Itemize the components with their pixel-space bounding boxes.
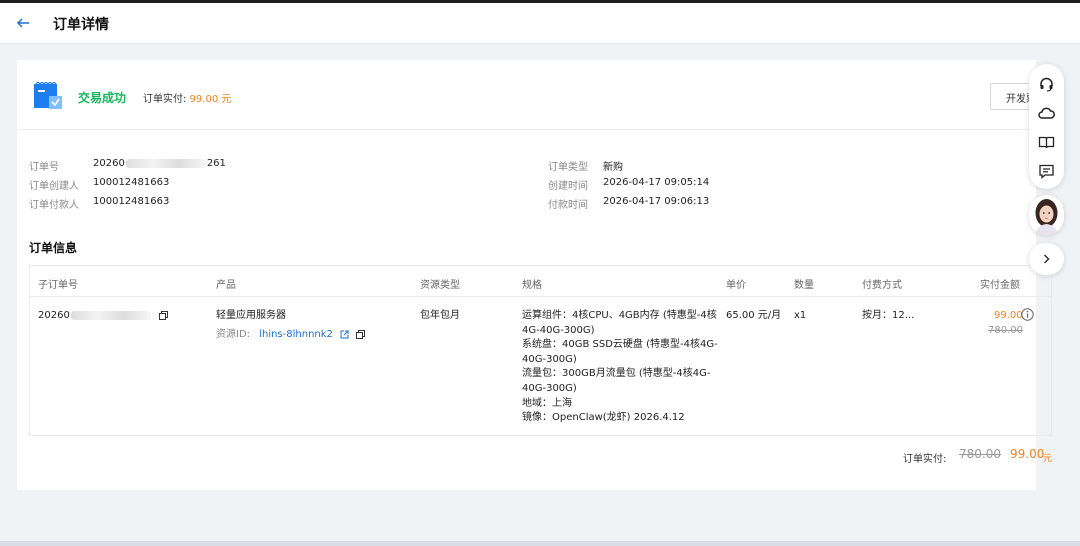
feedback-icon[interactable]	[1038, 163, 1055, 180]
order-table: 子订单号 产品 资源类型 规格 单价 数量 付费方式 实付金额 20260 轻量…	[29, 265, 1052, 436]
spec-line: 流量包：300GB月流量包 (特惠型-4核4G-	[522, 368, 711, 380]
back-arrow-icon[interactable]	[14, 14, 32, 32]
total-unit: 元	[1043, 454, 1053, 464]
order-no-prefix: 20260	[93, 158, 125, 169]
creator-value: 100012481663	[93, 177, 170, 188]
created-time-label: 创建时间	[548, 181, 588, 192]
spec-line: 镜像：OpenClaw(龙虾) 2026.4.12	[522, 412, 685, 424]
resource-id-cell: 资源ID: lhins-8lhnnnk2	[216, 328, 366, 343]
headset-icon[interactable]	[1038, 76, 1055, 93]
spec-line: 系统盘：40GB SSD云硬盘 (特惠型-4核4G-	[522, 339, 718, 351]
spec-line: 运算组件：4核CPU、4GB内存 (特惠型-4核	[522, 310, 717, 321]
paid-time-value: 2026-04-17 09:06:13	[603, 196, 710, 207]
quantity: x1	[794, 310, 807, 321]
copy-icon[interactable]	[159, 310, 168, 320]
sub-order-no: 20260	[38, 309, 168, 324]
paid-value: 99.00 元	[189, 94, 232, 105]
column-header: 资源类型	[420, 280, 460, 291]
info-icon[interactable]	[1021, 308, 1034, 321]
assistant-avatar[interactable]	[1029, 195, 1064, 235]
expand-toolbar-button[interactable]	[1029, 243, 1064, 275]
created-time-value: 2026-04-17 09:05:14	[603, 177, 710, 188]
paid-summary: 订单实付: 99.00 元	[143, 90, 231, 105]
paid-label: 订单实付:	[143, 94, 187, 105]
spec-line: 40G-300G)	[522, 382, 577, 394]
copy-icon[interactable]	[356, 329, 366, 339]
order-detail-card: 交易成功 订单实付: 99.00 元 开发票 订单号 20260 261 订单创建…	[17, 60, 1052, 490]
column-header: 规格	[522, 280, 542, 291]
spec-list: 运算组件：4核CPU、4GB内存 (特惠型-4核 4G-40G-300G) 系统…	[522, 309, 722, 426]
resource-id-label: 资源ID:	[216, 329, 251, 340]
redacted-block	[70, 310, 151, 320]
status-text: 交易成功	[78, 91, 127, 105]
total-paid: 99.00	[1010, 447, 1045, 461]
external-link-icon[interactable]	[340, 330, 349, 339]
page-header: 订单详情	[0, 3, 1080, 44]
cloud-icon[interactable]	[1038, 105, 1055, 122]
window-bottom-edge	[0, 541, 1080, 546]
order-type-label: 订单类型	[548, 162, 588, 173]
redacted-block	[125, 158, 206, 168]
creator-label: 订单创建人	[29, 181, 79, 192]
column-header: 子订单号	[38, 280, 78, 291]
column-header: 单价	[726, 280, 746, 291]
column-header: 产品	[216, 280, 236, 291]
order-no-label: 订单号	[29, 162, 59, 173]
total-label: 订单实付:	[903, 454, 947, 465]
order-no-value: 20260 261	[93, 158, 226, 169]
resource-id-link[interactable]: lhins-8lhnnnk2	[259, 329, 333, 340]
order-info-title: 订单信息	[29, 241, 78, 255]
column-header: 实付金额	[980, 280, 1020, 291]
document-check-icon	[34, 82, 62, 109]
column-header: 付费方式	[862, 280, 902, 291]
total-original: 780.00	[959, 447, 1001, 461]
table-header: 子订单号 产品 资源类型 规格 单价 数量 付费方式 实付金额	[30, 266, 1051, 297]
billing-method: 按月：12...	[862, 310, 915, 321]
page-title: 订单详情	[53, 17, 109, 33]
sub-order-prefix: 20260	[38, 310, 70, 321]
row-original-amount: 780.00	[988, 325, 1023, 336]
spec-line: 地域：上海	[522, 397, 572, 409]
spec-line: 40G-300G)	[522, 353, 577, 365]
paid-time-label: 付款时间	[548, 200, 588, 211]
resource-type: 包年包月	[420, 310, 460, 321]
column-header: 数量	[794, 280, 814, 291]
product-name: 轻量应用服务器	[216, 310, 286, 321]
chevron-right-icon	[1043, 254, 1050, 264]
row-paid-amount: 99.00	[994, 310, 1023, 321]
book-icon[interactable]	[1038, 134, 1055, 151]
payer-value: 100012481663	[93, 196, 170, 207]
floating-toolbar	[1029, 64, 1064, 189]
unit-price: 65.00 元/月	[726, 310, 782, 321]
order-type-value: 新购	[603, 162, 623, 173]
avatar-image	[1035, 199, 1058, 235]
status-row: 交易成功 订单实付: 99.00 元 开发票	[17, 60, 1042, 130]
payer-label: 订单付款人	[29, 200, 79, 211]
spec-line: 4G-40G-300G)	[522, 324, 595, 336]
order-no-suffix: 261	[206, 158, 226, 169]
